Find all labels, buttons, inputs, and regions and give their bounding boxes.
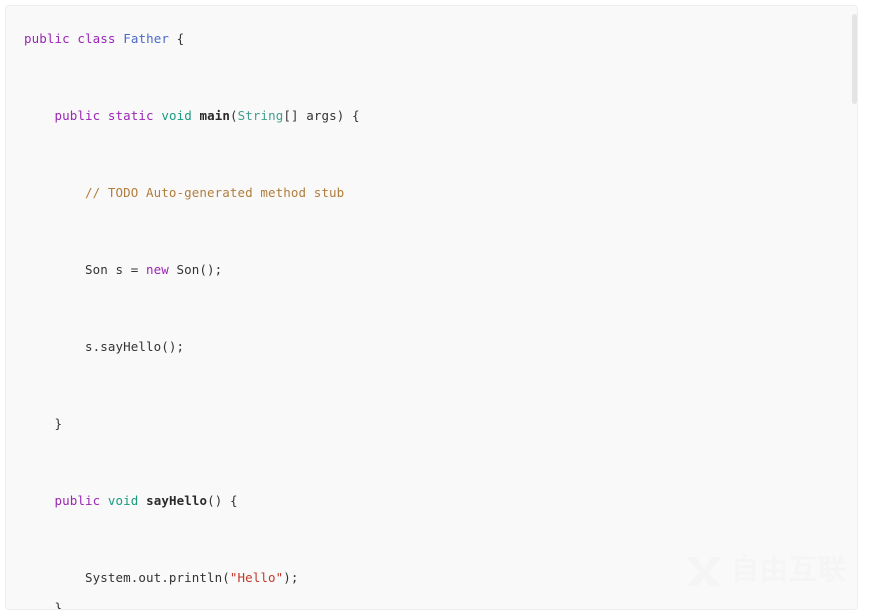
code-line: public class Father { <box>24 20 839 59</box>
code-block: public class Father { public static void… <box>5 5 858 610</box>
code-token-plain: [] args) { <box>283 108 360 123</box>
code-line: Son s = new Son(); <box>24 251 839 290</box>
code-token-plain: ( <box>230 108 238 123</box>
code-token-builtin-class: String <box>237 108 284 123</box>
code-token-plain: { <box>168 31 185 46</box>
code-token-keyword: class <box>77 31 116 46</box>
scrollbar-thumb[interactable] <box>852 14 857 104</box>
code-line: s.sayHello(); <box>24 328 839 367</box>
code-token-function: sayHello <box>146 493 208 508</box>
code-token-plain: ); <box>283 570 299 585</box>
code-token-primitive: void <box>161 108 192 123</box>
code-token-plain: System.out.println( <box>85 570 230 585</box>
code-token-plain: () { <box>207 493 238 508</box>
code-token-plain: s.sayHello(); <box>85 339 185 354</box>
code-line: System.out.println("Hello"); <box>24 559 839 598</box>
code-line: // TODO Auto-generated method stub <box>24 174 839 213</box>
code-token-keyword: public <box>24 31 70 46</box>
vertical-scrollbar[interactable] <box>852 6 857 609</box>
code-line: } <box>24 598 839 610</box>
code-line: public void sayHello() { <box>24 482 839 521</box>
code-token-plain: } <box>54 416 63 431</box>
code-token-class-name: Father <box>123 31 169 46</box>
code-token-keyword: static <box>107 108 154 123</box>
code-token-string: "Hello" <box>229 570 284 585</box>
code-token-primitive: void <box>107 493 139 508</box>
code-token-comment: // TODO Auto-generated method stub <box>85 185 345 200</box>
code-token-plain: } <box>54 599 63 610</box>
code-line: public static void main(String[] args) { <box>24 97 839 136</box>
code-token-plain: Son s = <box>85 262 147 277</box>
code-line: } <box>24 405 839 444</box>
code-content[interactable]: public class Father { public static void… <box>6 6 857 609</box>
code-token-keyword: public <box>54 108 101 123</box>
code-token-function: main <box>199 108 230 123</box>
code-token-plain: Son(); <box>168 262 223 277</box>
code-token-keyword: new <box>146 262 169 277</box>
code-token-keyword: public <box>54 493 101 508</box>
